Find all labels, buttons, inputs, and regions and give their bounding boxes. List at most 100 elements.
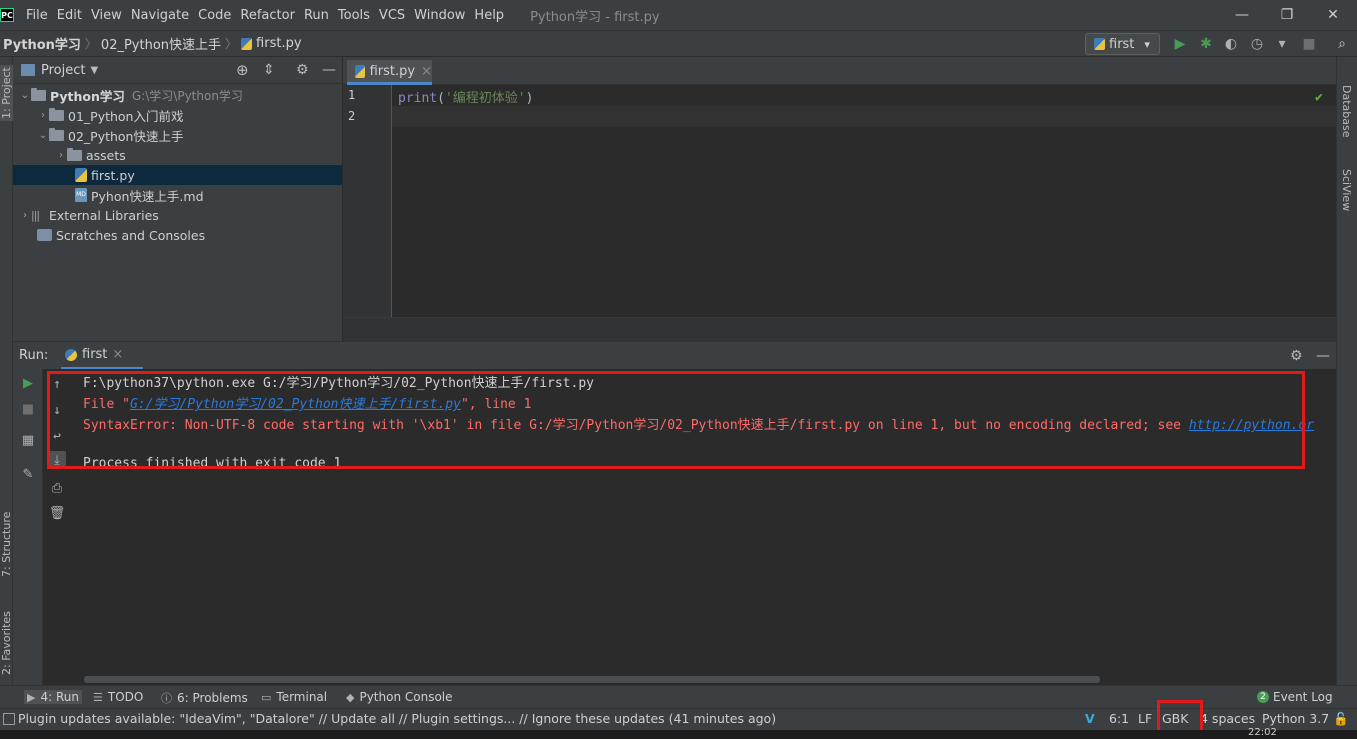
editor-tab-first-py[interactable]: first.py × xyxy=(347,60,432,85)
horizontal-scrollbar[interactable] xyxy=(84,676,1100,683)
tool-tab-terminal[interactable]: ▭ Terminal xyxy=(261,690,327,704)
tree-item-file[interactable]: MD Pyhon快速上手.md xyxy=(13,185,342,205)
menu-window[interactable]: Window xyxy=(414,8,465,23)
tool-tab-sciview[interactable]: SciView xyxy=(1340,169,1353,211)
caret-position[interactable]: 6:1 xyxy=(1109,711,1129,726)
tool-tab-todo[interactable]: ☰ TODO xyxy=(93,690,143,704)
layout-icon[interactable]: ▦ xyxy=(19,431,37,449)
stop-icon[interactable]: ■ xyxy=(19,400,37,418)
print-icon[interactable]: ⎙ xyxy=(48,479,66,497)
close-icon[interactable]: × xyxy=(421,64,432,79)
tool-tab-project[interactable]: 1: Project xyxy=(0,65,13,121)
menu-run[interactable]: Run xyxy=(304,8,329,23)
breadcrumb-file[interactable]: first.py xyxy=(256,36,301,51)
minimize-button[interactable]: — xyxy=(1219,0,1265,30)
line-number-gutter: 1 2 xyxy=(343,85,392,317)
tree-item-project-root[interactable]: ⌄ Python学习 G:\学习\Python学习 xyxy=(13,85,342,105)
tool-tab-event-log[interactable]: 2 Event Log xyxy=(1257,690,1333,704)
pycharm-logo-icon: PC xyxy=(0,8,14,22)
run-with-coverage-icon[interactable]: ◐ xyxy=(1222,35,1240,53)
tool-tab-problems[interactable]: ⓘ 6: Problems xyxy=(161,690,248,706)
tree-item-folder[interactable]: › 01_Python入门前戏 xyxy=(13,105,342,125)
profile-icon[interactable]: ◷ xyxy=(1248,35,1266,53)
menu-file[interactable]: File xyxy=(26,8,48,23)
debug-icon[interactable]: ✱ xyxy=(1197,35,1215,53)
menu-tools[interactable]: Tools xyxy=(338,8,370,23)
tool-tab-structure[interactable]: 7: Structure xyxy=(0,512,13,577)
menu-help[interactable]: Help xyxy=(474,8,504,23)
event-count-badge: 2 xyxy=(1257,691,1269,703)
trash-icon[interactable]: 🗑 xyxy=(48,504,66,522)
menu-view[interactable]: View xyxy=(91,8,122,23)
console-file-link[interactable]: G:/学习/Python学习/02_Python快速上手/first.py xyxy=(130,397,461,412)
tree-item-folder[interactable]: ⌄ 02_Python快速上手 xyxy=(13,125,342,145)
tree-item-folder[interactable]: › assets xyxy=(13,145,342,165)
menu-edit[interactable]: Edit xyxy=(57,8,82,23)
tree-item-file-selected[interactable]: first.py xyxy=(13,165,342,185)
arrow-up-icon[interactable]: ↑ xyxy=(48,375,66,393)
soft-wrap-icon[interactable]: ↩ xyxy=(48,427,66,445)
project-icon xyxy=(21,64,35,76)
folder-icon xyxy=(49,127,64,141)
toggle-tool-windows-icon[interactable] xyxy=(3,713,15,725)
concurrency-icon[interactable]: ▾ xyxy=(1273,35,1291,53)
lock-icon[interactable]: 🔓 xyxy=(1333,711,1349,727)
code-line-1[interactable]: print('编程初体验') xyxy=(398,87,533,106)
python-interpreter[interactable]: Python 3.7 xyxy=(1262,711,1329,726)
menu-refactor[interactable]: Refactor xyxy=(240,8,295,23)
status-message[interactable]: Plugin updates available: "IdeaVim", "Da… xyxy=(18,711,776,726)
tool-tab-python-console[interactable]: ◆ Python Console xyxy=(346,690,453,704)
tool-tab-favorites[interactable]: 2: Favorites xyxy=(0,611,13,675)
chevron-down-icon: ▾ xyxy=(1144,37,1150,51)
arrow-down-icon[interactable]: ↓ xyxy=(48,401,66,419)
chevron-right-icon[interactable]: › xyxy=(19,210,31,221)
console-error-line: SyntaxError: Non-UTF-8 code starting wit… xyxy=(83,414,1314,433)
file-encoding[interactable]: GBK xyxy=(1162,711,1188,726)
collapse-all-icon[interactable]: ⇕ xyxy=(263,62,275,78)
tool-tab-label: Python Console xyxy=(359,690,453,704)
run-configuration-select[interactable]: first ▾ xyxy=(1085,33,1160,55)
hide-panel-icon[interactable]: — xyxy=(1316,348,1330,364)
code-editor[interactable]: 1 2 print('编程初体验') ✔ xyxy=(343,85,1336,317)
rerun-icon[interactable]: ▶ xyxy=(19,374,37,392)
locate-icon[interactable]: ⊕ xyxy=(236,61,249,79)
pin-icon[interactable]: ✎ xyxy=(19,465,37,483)
console-url-link[interactable]: http://python.or xyxy=(1189,418,1314,433)
menu-code[interactable]: Code xyxy=(198,8,231,23)
tool-tab-run[interactable]: ▶ 4: Run xyxy=(24,690,82,704)
gear-icon[interactable]: ⚙ xyxy=(1290,348,1303,364)
close-window-button[interactable]: ✕ xyxy=(1310,0,1356,30)
chevron-down-icon[interactable]: ▼ xyxy=(90,65,98,76)
project-panel: Project ▼ ⊕ ⇕ ⚙ — ⌄ Python学习 G:\学习\Pytho… xyxy=(13,57,342,341)
chevron-down-icon[interactable]: ⌄ xyxy=(19,90,31,101)
run-icon[interactable]: ▶ xyxy=(1171,35,1189,53)
tree-item-external-libraries[interactable]: › ||| External Libraries xyxy=(13,205,342,225)
close-icon[interactable]: × xyxy=(112,347,123,362)
menu-navigate[interactable]: Navigate xyxy=(131,8,189,23)
hide-panel-icon[interactable]: — xyxy=(322,62,336,78)
indent-setting[interactable]: 4 spaces xyxy=(1200,711,1255,726)
inspection-ok-icon[interactable]: ✔ xyxy=(1315,90,1323,105)
run-tab-first[interactable]: first × xyxy=(61,342,143,370)
vim-icon[interactable]: V xyxy=(1085,711,1095,726)
chevron-down-icon[interactable]: ⌄ xyxy=(37,130,49,141)
run-console[interactable]: ↑ ↓ ↩ ⤓ ⎙ 🗑 F:\python37\python.exe G:/学习… xyxy=(43,369,1336,685)
console-text: File " xyxy=(83,397,130,412)
line-number: 1 xyxy=(348,88,356,102)
breadcrumb-folder[interactable]: 02_Python快速上手 xyxy=(101,34,221,53)
breadcrumb-separator: 〉 xyxy=(225,37,238,51)
tree-item-scratches[interactable]: Scratches and Consoles xyxy=(13,225,342,245)
scroll-to-end-icon[interactable]: ⤓ xyxy=(48,451,66,469)
breadcrumb-project[interactable]: Python学习 xyxy=(3,34,81,53)
console-text: SyntaxError: Non-UTF-8 code starting wit… xyxy=(83,418,1189,433)
gear-icon[interactable]: ⚙ xyxy=(296,62,309,78)
maximize-button[interactable]: ❐ xyxy=(1264,0,1310,30)
project-panel-title[interactable]: Project xyxy=(41,63,85,78)
line-separator[interactable]: LF xyxy=(1138,711,1152,726)
search-icon[interactable]: ⌕ xyxy=(1333,35,1351,53)
menu-vcs[interactable]: VCS xyxy=(379,8,405,23)
chevron-right-icon[interactable]: › xyxy=(55,150,67,161)
chevron-right-icon[interactable]: › xyxy=(37,110,49,121)
stop-icon[interactable]: ■ xyxy=(1300,35,1318,53)
tool-tab-database[interactable]: Database xyxy=(1340,85,1353,138)
